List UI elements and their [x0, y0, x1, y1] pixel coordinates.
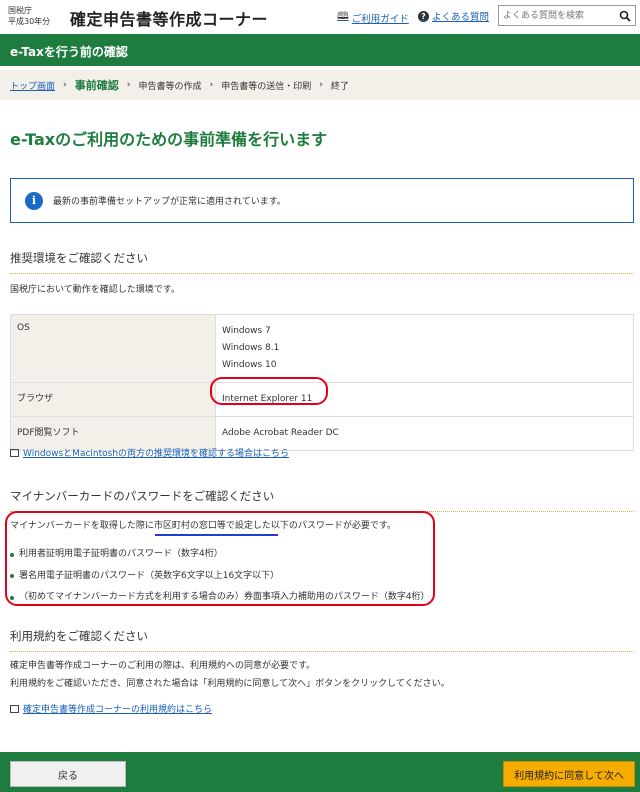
- header: 国税庁 平成30年分 確定申告書等作成コーナー 🕮 ご利用ガイド ? よくある質…: [0, 0, 640, 34]
- new-window-icon: [10, 448, 19, 457]
- terms-text: 確定申告書等作成コーナーのご利用の際は、利用規約への同意が必要です。 利用規約を…: [10, 657, 450, 693]
- page-title: e-Taxのご利用のための事前準備を行います: [10, 130, 328, 149]
- env-detail-link[interactable]: WindowsとMacintoshの両方の推奨環境を確認する場合はこちら: [10, 446, 289, 459]
- terms-link[interactable]: 確定申告書等作成コーナーの利用規約はこちら: [10, 702, 212, 715]
- agency-name: 国税庁: [8, 6, 32, 15]
- os-value: Windows 7: [222, 326, 271, 336]
- back-button[interactable]: 戻る: [10, 761, 126, 787]
- highlight-box-password: [5, 511, 435, 606]
- env-heading: 推奨環境をご確認ください: [10, 250, 634, 274]
- chevron-right-icon: ›: [209, 80, 214, 90]
- table-row: OS Windows 7 Windows 8.1 Windows 10: [10, 314, 634, 383]
- breadcrumb-step: 申告書等の作成: [138, 81, 202, 92]
- env-key: OS: [10, 314, 216, 383]
- os-value: Windows 8.1: [222, 343, 280, 353]
- env-value: Windows 7 Windows 8.1 Windows 10: [215, 314, 634, 383]
- breadcrumb: トップ画面 › 事前確認 › 申告書等の作成 › 申告書等の送信・印刷 › 終了: [0, 70, 640, 100]
- tax-year: 平成30年分: [8, 17, 51, 26]
- question-icon: ?: [418, 10, 429, 22]
- env-key: ブラウザ: [10, 382, 216, 417]
- os-value: Windows 10: [222, 360, 277, 370]
- search-input[interactable]: [498, 5, 616, 26]
- password-heading: マイナンバーカードのパスワードをご確認ください: [10, 488, 634, 512]
- agree-next-button[interactable]: 利用規約に同意して次へ: [503, 761, 635, 787]
- chevron-right-icon: ›: [63, 80, 67, 90]
- breadcrumb-current: 事前確認: [74, 79, 119, 92]
- terms-heading: 利用規約をご確認ください: [10, 628, 634, 652]
- info-message-box: i 最新の事前準備セットアップが正常に適用されています。: [10, 178, 634, 223]
- guide-link[interactable]: 🕮 ご利用ガイド: [337, 9, 409, 26]
- breadcrumb-top[interactable]: トップ画面: [10, 79, 55, 92]
- agency-label: 国税庁 平成30年分: [8, 5, 50, 27]
- search-icon: [619, 10, 631, 22]
- footer-bar: 戻る 利用規約に同意して次へ: [0, 752, 640, 792]
- chevron-right-icon: ›: [319, 80, 323, 90]
- info-message: 最新の事前準備セットアップが正常に適用されています。: [53, 197, 286, 207]
- terms-line: 利用規約をご確認いただき、同意された場合は「利用規約に同意して次へ」ボタンをクリ…: [10, 679, 450, 689]
- site-title[interactable]: 確定申告書等作成コーナー: [70, 6, 268, 30]
- terms-link-label: 確定申告書等作成コーナーの利用規約はこちら: [23, 705, 213, 715]
- new-window-icon: [10, 704, 19, 713]
- breadcrumb-step: 終了: [330, 81, 349, 92]
- env-description: 国税庁において動作を確認した環境です。: [10, 285, 180, 295]
- search-button[interactable]: [614, 5, 636, 26]
- highlight-circle-browser: [210, 377, 328, 405]
- breadcrumb-step: 申告書等の送信・印刷: [221, 81, 312, 92]
- guide-link-label: ご利用ガイド: [351, 13, 409, 25]
- faq-link[interactable]: ? よくある質問: [418, 9, 489, 23]
- chevron-right-icon: ›: [126, 80, 131, 90]
- terms-line: 確定申告書等作成コーナーのご利用の際は、利用規約への同意が必要です。: [10, 661, 316, 671]
- faq-link-label: よくある質問: [432, 12, 490, 23]
- env-detail-link-label: WindowsとMacintoshの両方の推奨環境を確認する場合はこちら: [23, 449, 290, 459]
- info-icon: i: [25, 191, 43, 210]
- section-banner: e-Taxを行う前の確認: [0, 34, 640, 66]
- book-icon: 🕮: [337, 11, 349, 22]
